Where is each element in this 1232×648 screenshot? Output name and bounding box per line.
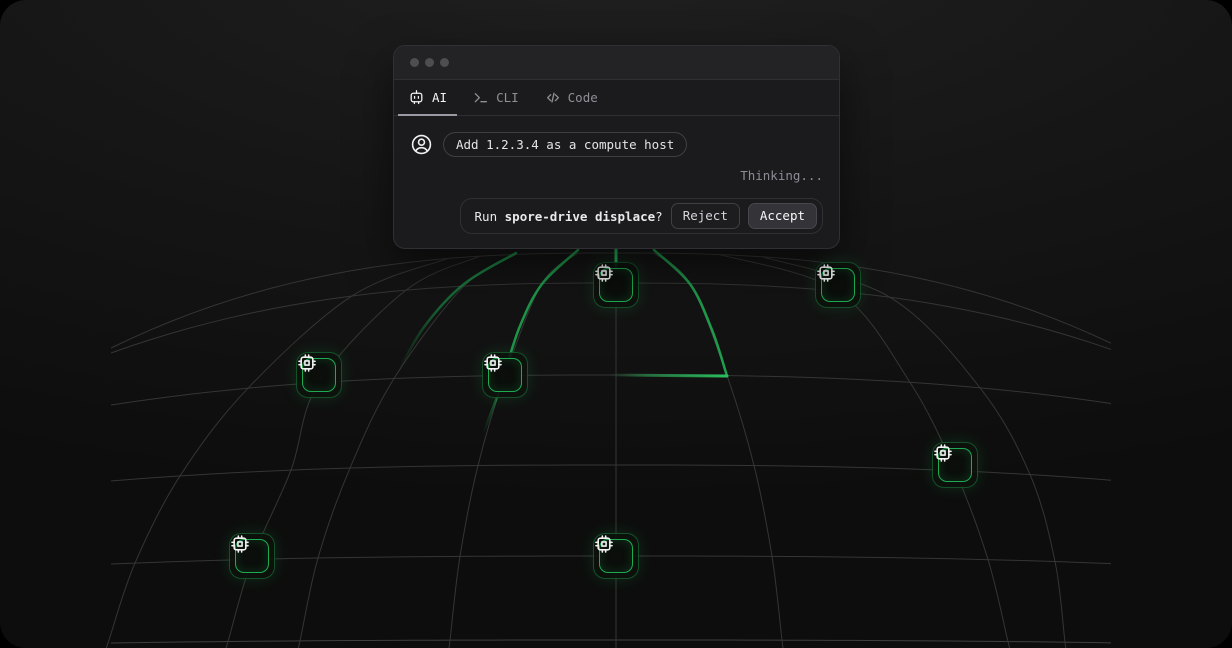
cpu-icon <box>594 534 614 554</box>
user-avatar-icon <box>410 133 433 156</box>
compute-node-core <box>599 539 633 573</box>
action-prompt-text: Run spore-drive displace? <box>475 209 663 224</box>
compute-node-core <box>235 539 269 573</box>
code-icon <box>545 90 561 106</box>
window-dot <box>410 58 419 67</box>
terminal-icon <box>473 90 489 106</box>
compute-node-core <box>938 448 972 482</box>
compute-node[interactable] <box>932 442 978 488</box>
compute-node-core <box>599 268 633 302</box>
action-prompt: Run spore-drive displace? Reject Accept <box>460 198 823 234</box>
compute-node-core <box>488 358 522 392</box>
window-titlebar[interactable] <box>394 46 839 80</box>
tab-cli[interactable]: CLI <box>463 80 529 115</box>
cpu-icon <box>594 263 614 283</box>
tab-ai[interactable]: AI <box>398 80 457 115</box>
compute-node[interactable] <box>296 352 342 398</box>
cpu-icon <box>816 263 836 283</box>
tab-cli-label: CLI <box>496 90 519 105</box>
app-panel: AI CLI Code <box>0 0 1232 648</box>
cpu-icon <box>297 353 317 373</box>
user-message-row: Add 1.2.3.4 as a compute host <box>410 132 823 157</box>
compute-node[interactable] <box>482 352 528 398</box>
compute-node-core <box>821 268 855 302</box>
bot-icon <box>408 89 425 106</box>
window-dot <box>425 58 434 67</box>
window-dot <box>440 58 449 67</box>
cpu-icon <box>483 353 503 373</box>
user-message-bubble: Add 1.2.3.4 as a compute host <box>443 132 687 157</box>
cpu-icon <box>933 443 953 463</box>
status-text: Thinking... <box>410 168 823 183</box>
compute-node[interactable] <box>229 533 275 579</box>
assistant-window: AI CLI Code <box>393 45 840 249</box>
compute-node[interactable] <box>593 262 639 308</box>
chat-area: Add 1.2.3.4 as a compute host Thinking..… <box>394 116 839 248</box>
tabbar: AI CLI Code <box>394 80 839 116</box>
green-route-path <box>610 375 727 376</box>
reject-button[interactable]: Reject <box>671 203 740 229</box>
tab-code[interactable]: Code <box>535 80 608 115</box>
tab-code-label: Code <box>568 90 598 105</box>
accept-button[interactable]: Accept <box>748 203 817 229</box>
cpu-icon <box>230 534 250 554</box>
action-prompt-row: Run spore-drive displace? Reject Accept <box>410 198 823 234</box>
compute-node-core <box>302 358 336 392</box>
command-text: spore-drive displace <box>505 209 656 224</box>
green-route-path <box>654 250 727 376</box>
compute-node[interactable] <box>593 533 639 579</box>
compute-node[interactable] <box>815 262 861 308</box>
tab-ai-label: AI <box>432 90 447 105</box>
